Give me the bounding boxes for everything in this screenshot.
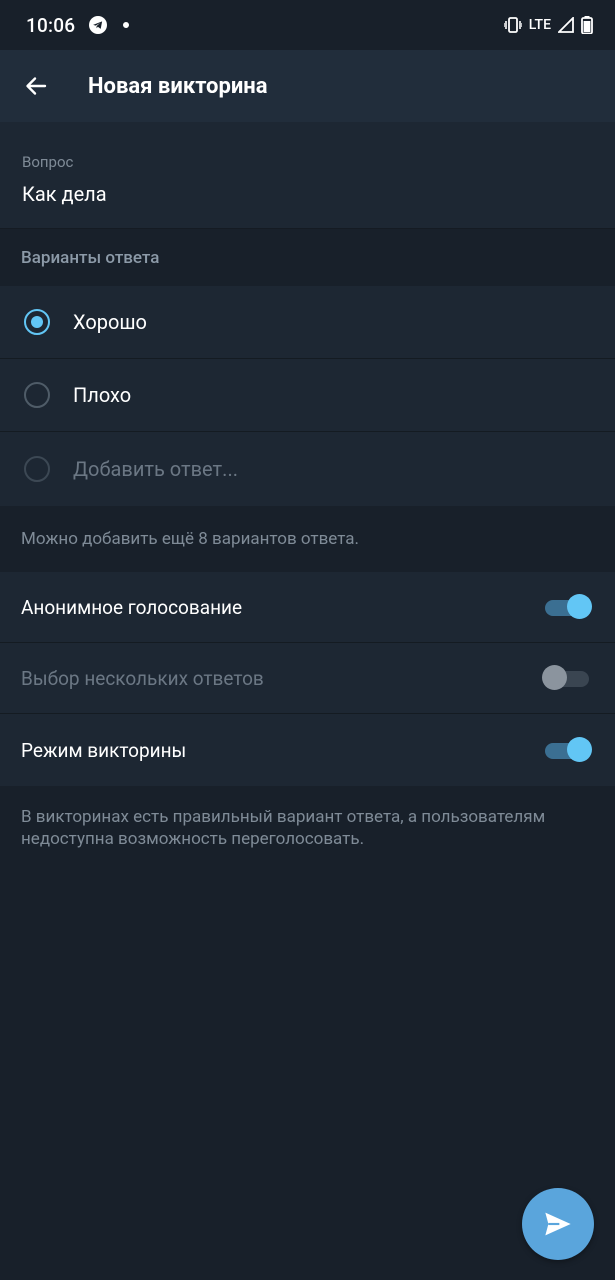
answer-row[interactable]: Хорошо [0, 286, 615, 359]
setting-label: Выбор нескольких ответов [21, 666, 264, 690]
vibrate-icon [503, 17, 522, 33]
multiple-answers-toggle [542, 665, 591, 690]
status-bar: 10:06 LTE [0, 0, 615, 50]
question-field[interactable]: Вопрос Как дела [0, 122, 615, 228]
quiz-mode-toggle[interactable] [545, 737, 592, 762]
question-label: Вопрос [22, 153, 74, 171]
setting-label: Режим викторины [21, 738, 187, 762]
battery-icon [581, 16, 593, 34]
add-answer-row[interactable]: Добавить ответ... [0, 432, 615, 506]
status-icons: LTE [503, 16, 593, 34]
setting-anonymous-voting[interactable]: Анонимное голосование [0, 572, 615, 643]
answers-list: Хорошо Плохо Добавить ответ... [0, 286, 615, 506]
toggle-thumb [567, 737, 592, 762]
answer-input[interactable]: Плохо [73, 383, 131, 407]
answer-row[interactable]: Плохо [0, 359, 615, 432]
answers-section-header: Варианты ответа [0, 228, 615, 286]
anonymous-voting-toggle[interactable] [545, 594, 592, 619]
question-input[interactable]: Как дела [22, 182, 107, 206]
telegram-icon [89, 16, 108, 34]
status-time: 10:06 [26, 13, 76, 37]
signal-icon [558, 17, 574, 33]
arrow-back-icon [26, 77, 47, 95]
setting-quiz-mode[interactable]: Режим викторины [0, 714, 615, 786]
send-button[interactable] [522, 1188, 594, 1260]
back-button[interactable] [0, 50, 72, 122]
radio-unchecked-icon [24, 456, 50, 482]
toggle-thumb [542, 665, 567, 690]
setting-label: Анонимное голосование [21, 595, 243, 619]
answer-input[interactable]: Хорошо [73, 310, 147, 334]
answers-hint: Можно добавить ещё 8 вариантов ответа. [0, 506, 615, 572]
send-icon [545, 1212, 571, 1236]
quiz-mode-hint: В викторинах есть правильный вариант отв… [21, 807, 546, 849]
notification-dot [123, 22, 130, 28]
radio-unchecked-icon[interactable] [24, 382, 50, 408]
network-type: LTE [528, 17, 551, 33]
setting-multiple-answers: Выбор нескольких ответов [0, 643, 615, 714]
app-bar: Новая викторина [0, 50, 615, 122]
add-answer-input[interactable]: Добавить ответ... [73, 457, 238, 481]
toggle-thumb [567, 594, 592, 619]
page-title: Новая викторина [88, 73, 268, 99]
poll-settings: Анонимное голосование Выбор нескольких о… [0, 572, 615, 786]
radio-checked-icon[interactable] [24, 309, 50, 335]
